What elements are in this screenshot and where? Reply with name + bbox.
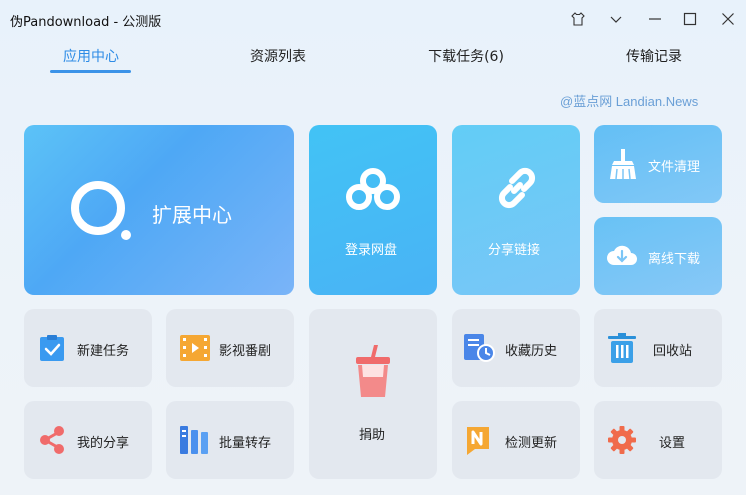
batch-save-card[interactable]: 批量转存 <box>166 401 294 479</box>
favorites-history-card[interactable]: 收藏历史 <box>452 309 580 387</box>
tab-transfer-records[interactable]: 传输记录 <box>589 46 719 74</box>
menu-button[interactable] <box>601 6 631 32</box>
cloud-download-icon <box>607 245 637 265</box>
window-title: 伪Pandownload - 公测版 <box>10 15 162 30</box>
video-label: 影视番剧 <box>219 344 272 359</box>
donate-card[interactable]: 捐助 <box>309 309 437 479</box>
link-icon <box>498 167 536 209</box>
share-link-card[interactable]: 分享链接 <box>452 125 580 295</box>
skin-button[interactable] <box>563 6 593 32</box>
new-task-label: 新建任务 <box>77 344 130 359</box>
video-card[interactable]: 影视番剧 <box>166 309 294 387</box>
search-circle-icon <box>71 181 131 240</box>
cloud-disk-icon <box>346 168 400 210</box>
update-n-icon <box>467 427 489 455</box>
recycle-bin-card[interactable]: 回收站 <box>594 309 722 387</box>
tab-resource-list[interactable]: 资源列表 <box>213 46 343 74</box>
minimize-icon <box>649 18 661 20</box>
donate-label: 捐助 <box>359 428 386 443</box>
extension-center-label: 扩展中心 <box>152 203 232 227</box>
clipboard-check-icon <box>40 335 64 361</box>
share-icon <box>40 426 64 454</box>
new-task-card[interactable]: 新建任务 <box>24 309 152 387</box>
film-icon <box>180 335 210 361</box>
close-icon <box>722 13 734 25</box>
batch-bars-icon <box>180 426 208 454</box>
offline-download-label: 离线下载 <box>648 252 701 267</box>
check-update-label: 检测更新 <box>505 436 558 451</box>
chevron-down-icon <box>610 16 622 23</box>
login-disk-label: 登录网盘 <box>345 243 398 258</box>
batch-save-label: 批量转存 <box>219 436 272 451</box>
login-disk-card[interactable]: 登录网盘 <box>309 125 437 295</box>
favorites-history-label: 收藏历史 <box>505 344 558 359</box>
my-share-label: 我的分享 <box>77 436 130 451</box>
check-update-card[interactable]: 检测更新 <box>452 401 580 479</box>
settings-card[interactable]: 设置 <box>594 401 722 479</box>
broom-icon <box>610 149 636 180</box>
extension-center-card[interactable]: 扩展中心 <box>24 125 294 295</box>
share-link-label: 分享链接 <box>488 243 541 258</box>
minimize-button[interactable] <box>640 6 670 32</box>
maximize-icon <box>683 12 697 26</box>
drink-cup-icon <box>356 345 390 397</box>
offline-download-card[interactable]: 离线下载 <box>594 217 722 295</box>
my-share-card[interactable]: 我的分享 <box>24 401 152 479</box>
trash-icon <box>608 333 636 363</box>
title-bar: 伪Pandownload - 公测版 <box>0 0 746 38</box>
history-icon <box>464 334 495 362</box>
watermark: @蓝点网 Landian.News <box>560 94 699 109</box>
settings-label: 设置 <box>659 436 686 451</box>
file-clean-label: 文件清理 <box>648 160 701 175</box>
close-button[interactable] <box>713 6 743 32</box>
file-clean-card[interactable]: 文件清理 <box>594 125 722 203</box>
active-tab-indicator <box>50 70 131 73</box>
tab-download-tasks[interactable]: 下载任务(6) <box>401 46 531 74</box>
gear-icon <box>608 426 636 454</box>
maximize-button[interactable] <box>675 6 705 32</box>
shirt-icon <box>571 12 585 26</box>
recycle-bin-label: 回收站 <box>653 344 693 359</box>
